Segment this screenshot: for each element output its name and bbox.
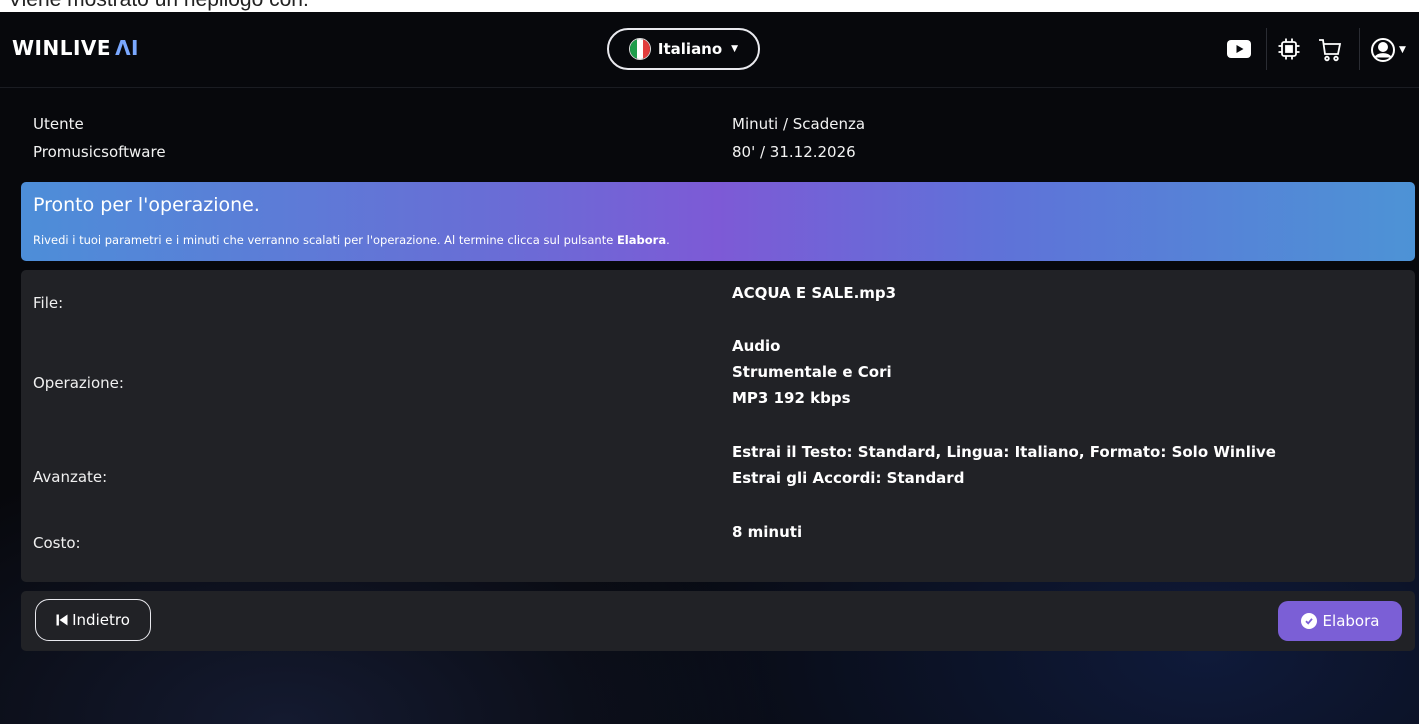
advanced-label: Avanzate:	[33, 468, 108, 486]
banner-title: Pronto per l'operazione.	[33, 194, 260, 216]
app-window: WINLIVE ΛI Italiano ▼ ▼ Utente Promusics…	[0, 12, 1419, 724]
header-divider	[1359, 28, 1360, 70]
operation-label: Operazione:	[33, 374, 124, 392]
language-selector[interactable]: Italiano ▼	[607, 28, 760, 70]
caret-down-icon: ▼	[731, 44, 739, 54]
cart-icon[interactable]	[1316, 36, 1344, 64]
file-label: File:	[33, 294, 64, 312]
language-label: Italiano	[657, 40, 723, 58]
action-bar: Indietro Elabora	[21, 591, 1415, 651]
banner-text-bold: Elabora	[616, 233, 667, 247]
user-icon	[1371, 38, 1396, 62]
chip-icon[interactable]	[1276, 36, 1302, 62]
caption-text: Viene mostrato un riepilogo con:	[8, 0, 309, 12]
operation-value: Audio Strumentale e Cori MP3 192 kbps	[732, 333, 892, 411]
top-navbar: WINLIVE ΛI Italiano ▼ ▼	[0, 12, 1419, 88]
brand-logo[interactable]: WINLIVE ΛI	[12, 36, 139, 60]
elabora-button-label: Elabora	[1322, 612, 1380, 630]
user-menu[interactable]: ▼	[1366, 36, 1410, 64]
banner-text-prefix: Rivedi i tuoi parametri e i minuti che v…	[33, 233, 617, 247]
cost-value: 8 minuti	[732, 523, 803, 541]
cost-label: Costo:	[33, 534, 81, 552]
advanced-value: Estrai il Testo: Standard, Lingua: Itali…	[732, 439, 1276, 491]
elabora-button[interactable]: Elabora	[1278, 601, 1402, 641]
operation-line: MP3 192 kbps	[732, 389, 851, 407]
file-value: ACQUA E SALE.mp3	[732, 284, 897, 302]
operation-line: Strumentale e Cori	[732, 363, 892, 381]
back-button[interactable]: Indietro	[35, 599, 151, 641]
italy-flag-icon	[628, 38, 651, 60]
user-value: Promusicsoftware	[33, 143, 166, 161]
logo-accent: ΛI	[115, 36, 139, 60]
header-divider	[1266, 28, 1267, 70]
advanced-line: Estrai gli Accordi: Standard	[732, 469, 965, 487]
banner-text-suffix: .	[666, 233, 670, 247]
page-caption: Viene mostrato un riepilogo con:	[0, 0, 1419, 12]
banner-text: Rivedi i tuoi parametri e i minuti che v…	[33, 233, 670, 247]
back-button-label: Indietro	[72, 611, 130, 629]
advanced-line: Estrai il Testo: Standard, Lingua: Itali…	[732, 443, 1276, 461]
summary-card: File: ACQUA E SALE.mp3 Operazione: Audio…	[21, 270, 1415, 582]
minutes-label: Minuti / Scadenza	[732, 115, 866, 133]
skip-back-icon	[56, 614, 68, 626]
minutes-value: 80' / 31.12.2026	[732, 143, 856, 161]
operation-line: Audio	[732, 337, 781, 355]
user-label: Utente	[33, 115, 84, 133]
status-banner: Pronto per l'operazione. Rivedi i tuoi p…	[21, 182, 1415, 261]
check-circle-icon	[1300, 613, 1317, 629]
caret-down-icon: ▼	[1399, 45, 1406, 55]
logo-text: WINLIVE	[12, 36, 112, 60]
youtube-icon[interactable]	[1225, 37, 1253, 61]
